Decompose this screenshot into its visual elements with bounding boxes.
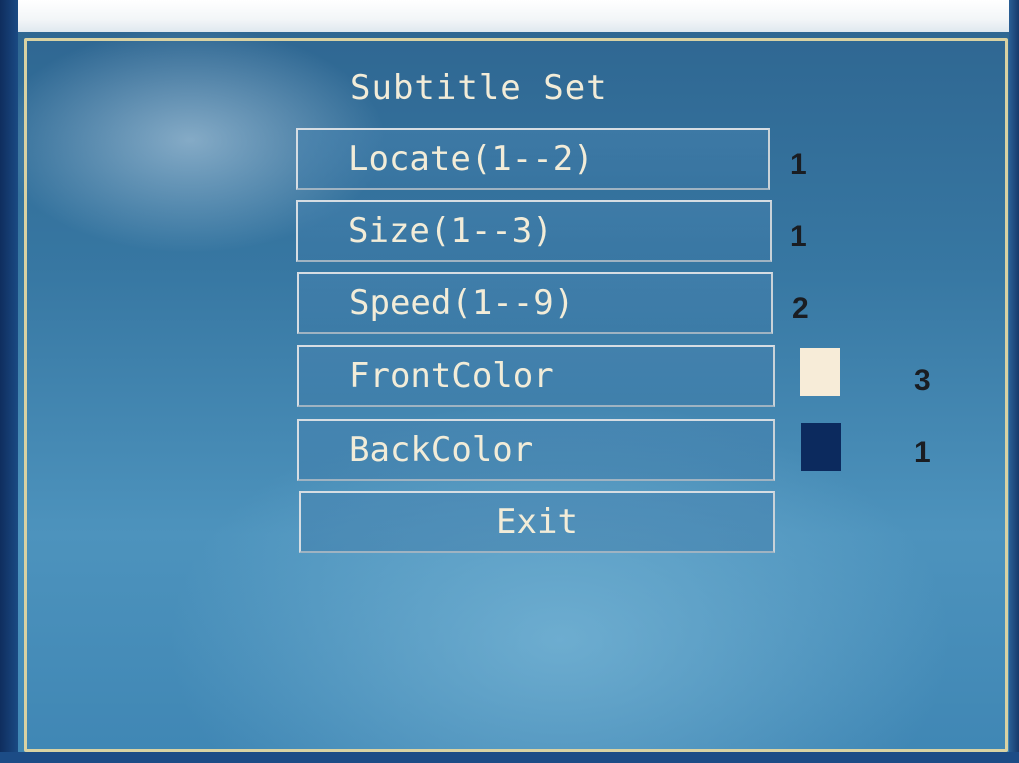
speed-value: 2: [792, 292, 809, 325]
front-color-swatch: [800, 348, 840, 396]
back-color-button[interactable]: BackColor: [297, 419, 775, 481]
speed-button[interactable]: Speed(1--9): [297, 272, 773, 334]
size-button[interactable]: Size(1--3): [296, 200, 772, 262]
front-color-button[interactable]: FrontColor: [297, 345, 775, 407]
exit-button[interactable]: Exit: [299, 491, 775, 553]
monitor-bezel-top: [0, 0, 1019, 32]
osd-screen: Subtitle Set Locate(1--2) 1 Size(1--3) 1…: [0, 0, 1019, 763]
monitor-bezel-bottom: [0, 752, 1019, 763]
back-color-value: 1: [914, 436, 931, 469]
locate-value: 1: [790, 148, 807, 181]
front-color-value: 3: [914, 364, 931, 397]
monitor-bezel-right: [1009, 0, 1019, 763]
menu-title: Subtitle Set: [350, 68, 608, 108]
size-value: 1: [790, 220, 807, 253]
locate-button[interactable]: Locate(1--2): [296, 128, 770, 190]
back-color-swatch: [801, 423, 841, 471]
monitor-bezel-left: [0, 0, 18, 763]
